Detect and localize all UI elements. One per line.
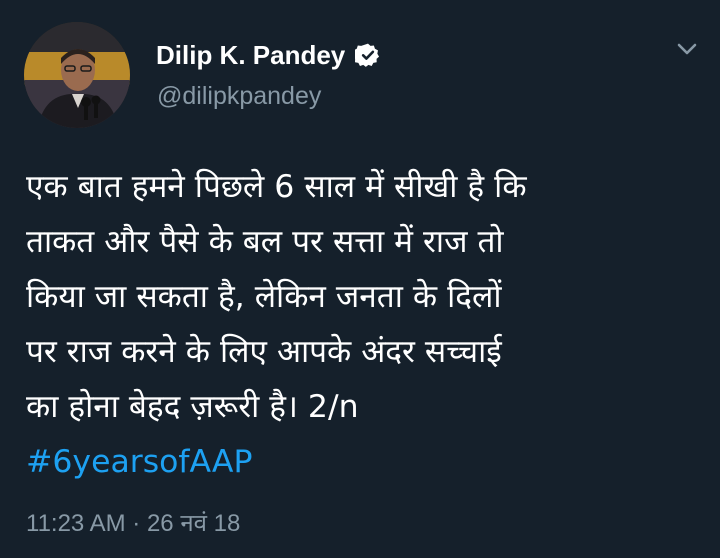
verified-badge-icon: [352, 42, 381, 68]
chevron-down-icon[interactable]: [672, 34, 702, 64]
tweet-text-line: ताकत और पैसे के बल पर सत्ता में राज तो: [26, 224, 504, 260]
hashtag-line: #6yearsofAAP: [26, 435, 706, 490]
tweet-card: Dilip K. Pandey @dilipkpandey एक बात हमन…: [0, 0, 720, 558]
tweet-text: एक बात हमने पिछले 6 साल में सीखी है कि त…: [26, 160, 706, 490]
profile-photo-icon: [24, 22, 130, 128]
tweet-text-line: का होना बेहद ज़रूरी है। 2/n: [26, 389, 359, 425]
tweet-text-line: एक बात हमने पिछले 6 साल में सीखी है कि: [26, 169, 527, 205]
tweet-text-line: पर राज करने के लिए आपके अंदर सच्चाई: [26, 334, 502, 370]
display-name[interactable]: Dilip K. Pandey: [156, 40, 345, 71]
avatar[interactable]: [24, 22, 130, 128]
hashtag-link[interactable]: #6yearsofAAP: [26, 444, 252, 480]
author-row: Dilip K. Pandey: [156, 38, 381, 72]
tweet-timestamp[interactable]: 11:23 AM · 26 नवं 18: [26, 506, 240, 539]
tweet-text-line: किया जा सकता है, लेकिन जनता के दिलों: [26, 279, 502, 315]
user-handle[interactable]: @dilipkpandey: [157, 82, 321, 111]
